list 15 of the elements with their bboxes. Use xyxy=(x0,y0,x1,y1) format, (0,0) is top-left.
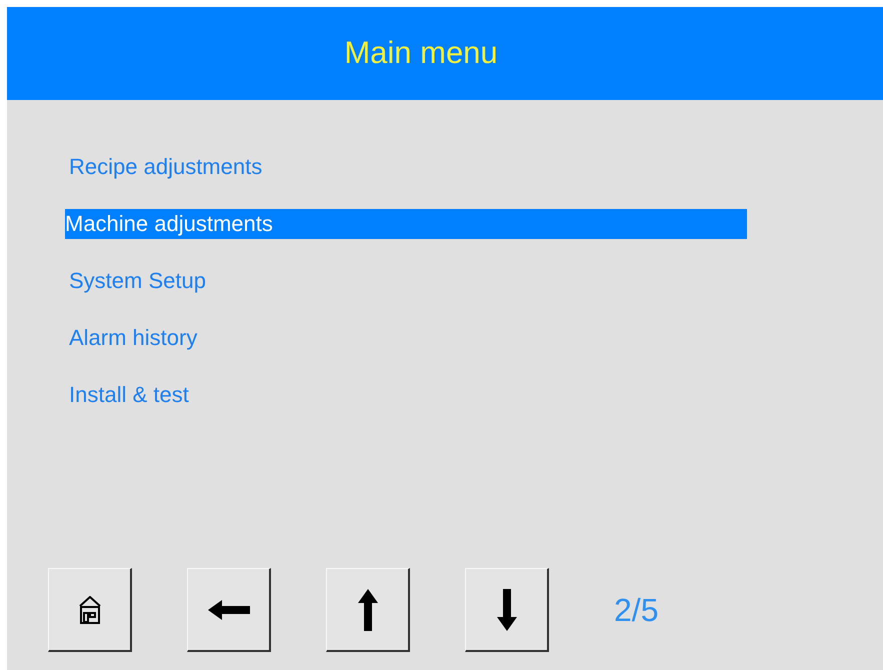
up-button[interactable] xyxy=(326,568,410,652)
up-arrow-icon xyxy=(358,588,378,630)
home-button[interactable] xyxy=(48,568,132,652)
menu-item[interactable]: Machine adjustments xyxy=(65,209,747,239)
down-button[interactable] xyxy=(465,568,549,652)
page-indicator: 2/5 xyxy=(614,591,658,630)
down-arrow-icon xyxy=(496,588,516,630)
menu-item[interactable]: Install & test xyxy=(65,384,747,406)
menu-item[interactable]: Recipe adjustments xyxy=(65,156,747,178)
menu-item[interactable]: Alarm history xyxy=(65,327,747,349)
left-arrow-icon xyxy=(208,600,250,620)
house-icon xyxy=(78,596,100,624)
menu-item[interactable]: System Setup xyxy=(65,270,747,292)
left-button[interactable] xyxy=(187,568,271,652)
window-title: Main menu xyxy=(344,34,498,72)
